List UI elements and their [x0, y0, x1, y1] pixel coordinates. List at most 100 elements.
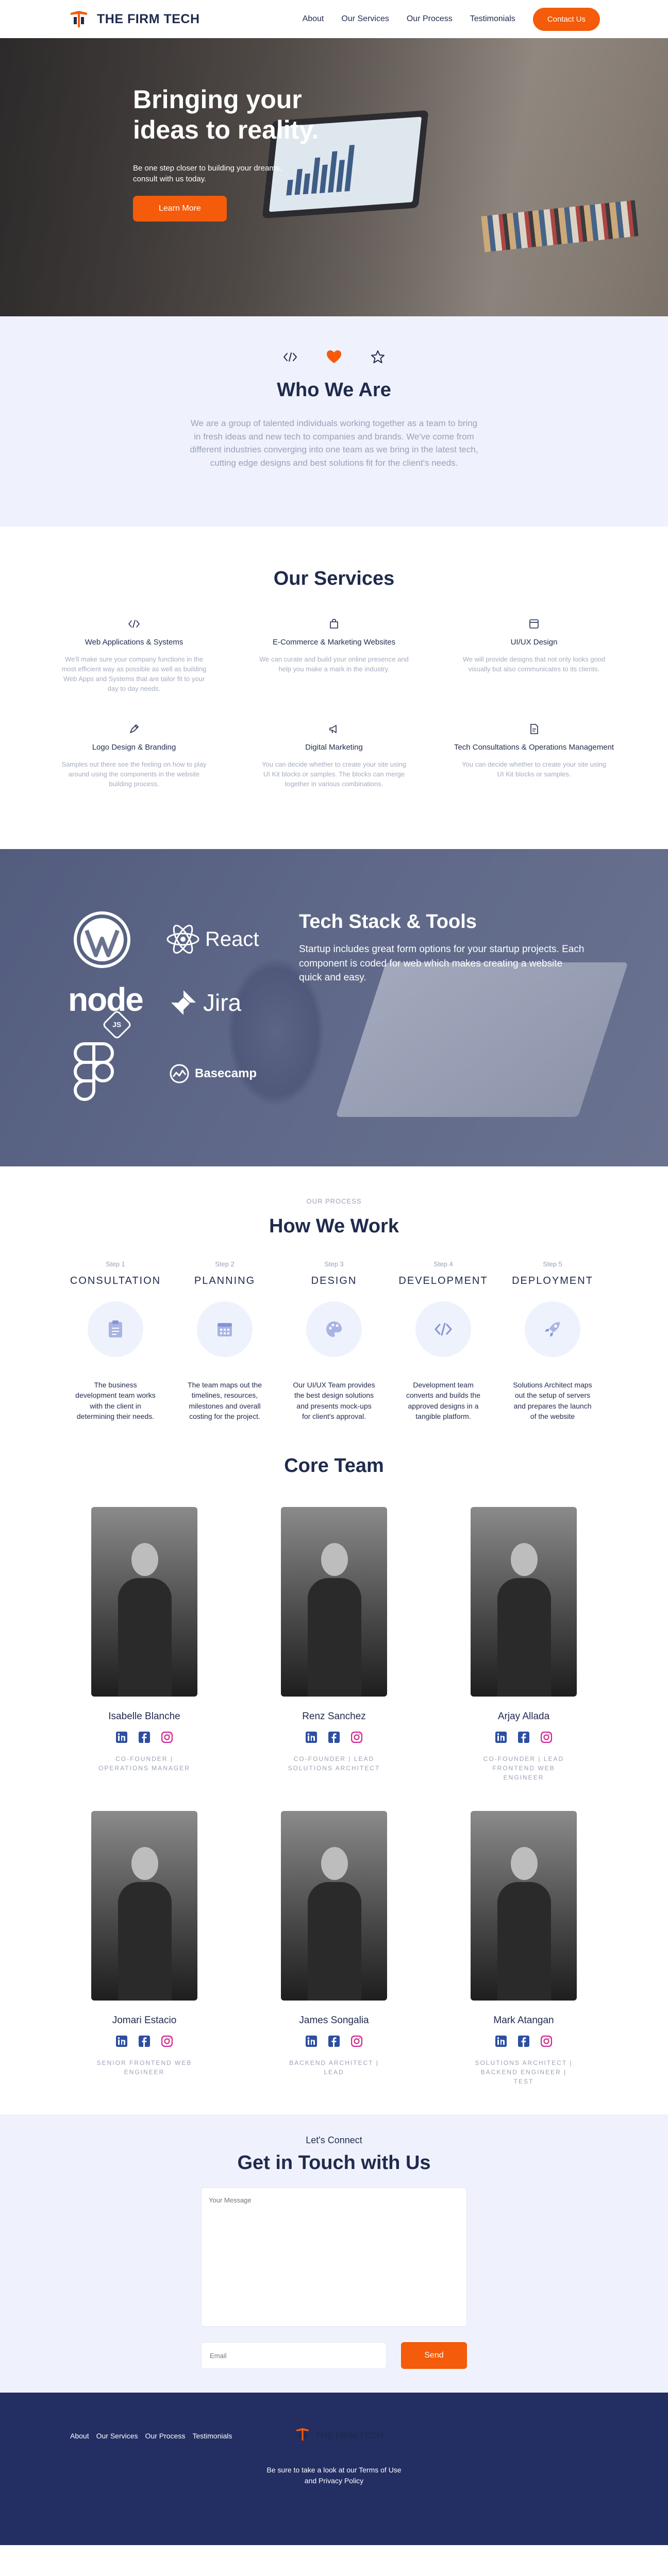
send-button[interactable]: Send: [401, 2342, 467, 2369]
step-name: DEVELOPMENT: [398, 1275, 488, 1286]
facebook-icon[interactable]: [517, 2035, 530, 2048]
facebook-icon[interactable]: [517, 1731, 530, 1744]
nav-link-process[interactable]: Our Process: [407, 14, 453, 24]
who-we-are-text: We are a group of talented individuals w…: [190, 418, 478, 468]
services-section: Our Services Web Applications & Systems …: [0, 527, 668, 849]
member-photo: [281, 1811, 387, 2001]
tech-background-laptop: [336, 962, 628, 1117]
member-photo: [91, 1811, 197, 2001]
team-member: Renz Sanchez CO-FOUNDER | LEAD SOLUTIONS…: [239, 1507, 429, 1782]
react-icon: [166, 924, 199, 954]
jira-label: Jira: [203, 989, 242, 1016]
service-text: We'll make sure your company functions i…: [61, 655, 207, 692]
member-role: BACKEND ARCHITECT | LEAD: [289, 2059, 379, 2076]
service-text: We can curate and build your online pres…: [259, 655, 409, 673]
instagram-icon[interactable]: [350, 1731, 363, 1744]
facebook-icon[interactable]: [327, 1731, 341, 1744]
contact-us-button[interactable]: Contact Us: [532, 7, 600, 31]
instagram-icon[interactable]: [540, 2035, 553, 2048]
member-name: James Songalia: [299, 2015, 369, 2026]
linkedin-icon[interactable]: [305, 1731, 318, 1744]
facebook-icon[interactable]: [327, 2035, 341, 2048]
learn-more-button[interactable]: Learn More: [133, 196, 227, 222]
facebook-icon[interactable]: [138, 1731, 151, 1744]
footer-logo[interactable]: THE FIRM TECH: [295, 2427, 383, 2445]
code-icon: [415, 1301, 471, 1357]
brand-logo[interactable]: THE FIRM TECH: [68, 8, 200, 30]
nav-links: About Our Services Our Process Testimoni…: [303, 7, 600, 31]
service-text: Samples out there see the feeling on how…: [61, 760, 207, 788]
instagram-icon[interactable]: [350, 2035, 363, 2048]
member-name: Arjay Allada: [497, 1711, 550, 1722]
team-grid: Isabelle Blanche CO-FOUNDER | OPERATIONS…: [0, 1507, 668, 2086]
hero-section: Bringing your ideas to reality. Be one s…: [0, 38, 668, 316]
document-icon: [447, 723, 621, 735]
service-card: Web Applications & Systems We'll make su…: [47, 618, 221, 694]
instagram-icon[interactable]: [160, 1731, 174, 1744]
member-name: Isabelle Blanche: [108, 1711, 180, 1722]
linkedin-icon[interactable]: [494, 2035, 508, 2048]
contact-row: Send: [201, 2342, 467, 2369]
step-name: CONSULTATION: [70, 1275, 161, 1286]
step-text: Solutions Architect maps out the setup o…: [513, 1381, 592, 1420]
hero-title: Bringing your ideas to reality.: [133, 85, 319, 144]
contact-eyebrow: Let's Connect: [306, 2135, 362, 2145]
jira-icon: [171, 990, 196, 1015]
code-icon: [283, 352, 297, 365]
facebook-icon[interactable]: [138, 2035, 151, 2048]
footer-link-process[interactable]: Our Process: [145, 2432, 186, 2440]
member-socials: [115, 1731, 174, 1744]
email-input[interactable]: [201, 2342, 387, 2369]
service-title: UI/UX Design: [510, 638, 558, 647]
member-role: CO-FOUNDER | OPERATIONS MANAGER: [98, 1755, 190, 1772]
nav-link-testimonials[interactable]: Testimonials: [470, 14, 515, 24]
wordpress-logo-icon: [73, 911, 131, 969]
services-title: Our Services: [273, 568, 395, 589]
step-number: Step 4: [433, 1260, 453, 1268]
linkedin-icon[interactable]: [115, 1731, 128, 1744]
member-role: SOLUTIONS ARCHITECT | BACKEND ENGINEER |…: [475, 2059, 573, 2085]
member-socials: [305, 1731, 363, 1744]
nav-link-about[interactable]: About: [303, 14, 324, 24]
linkedin-icon[interactable]: [305, 2035, 318, 2048]
instagram-icon[interactable]: [160, 2035, 174, 2048]
who-we-are-section: Who We Are We are a group of talented in…: [0, 316, 668, 527]
member-photo: [471, 1507, 577, 1697]
figma-logo-icon: [73, 1041, 114, 1103]
tech-content: Tech Stack & Tools Startup includes grea…: [299, 911, 588, 985]
basecamp-label: Basecamp: [195, 1066, 257, 1080]
service-card: Tech Consultations & Operations Manageme…: [447, 723, 621, 789]
message-textarea[interactable]: [201, 2188, 467, 2327]
linkedin-icon[interactable]: [115, 2035, 128, 2048]
service-text: You can decide whether to create your si…: [462, 760, 606, 778]
hero-subtitle: Be one step closer to building your drea…: [133, 164, 282, 183]
service-card: UI/UX Design We will provide designs tha…: [447, 618, 621, 694]
service-text: We will provide designs that not only lo…: [462, 655, 606, 673]
nav-link-services[interactable]: Our Services: [341, 14, 389, 24]
step-text: Our UI/UX Team provides the best design …: [293, 1381, 375, 1420]
member-socials: [494, 2035, 553, 2048]
footer-link-services[interactable]: Our Services: [96, 2432, 138, 2440]
team-section: Core Team Isabelle Blanche CO-FOUNDER | …: [0, 1434, 668, 2114]
step-name: DESIGN: [311, 1275, 357, 1286]
member-name: Jomari Estacio: [112, 2015, 177, 2026]
clipboard-icon: [88, 1301, 143, 1357]
footer-link-about[interactable]: About: [70, 2432, 89, 2440]
instagram-icon[interactable]: [540, 1731, 553, 1744]
react-logo: React: [166, 923, 259, 955]
footer-link-testimonials[interactable]: Testimonials: [192, 2432, 232, 2440]
jira-logo: Jira: [169, 988, 241, 1017]
star-icon: [371, 350, 385, 367]
tech-logos: React node JS Jira Basecamp: [68, 911, 274, 1117]
member-role: CO-FOUNDER | LEAD SOLUTIONS ARCHITECT: [288, 1755, 380, 1772]
services-grid: Web Applications & Systems We'll make su…: [0, 618, 668, 789]
process-steps: Step 1 CONSULTATION The business develop…: [0, 1260, 668, 1421]
team-member: James Songalia BACKEND ARCHITECT | LEAD: [239, 1811, 429, 2086]
step-text: Development team converts and builds the…: [406, 1381, 480, 1420]
member-photo: [471, 1811, 577, 2001]
process-step: Step 2 PLANNING The team maps out the ti…: [170, 1260, 279, 1421]
process-step: Step 1 CONSULTATION The business develop…: [61, 1260, 170, 1421]
terms-privacy-text[interactable]: Be sure to take a look at our Terms of U…: [264, 2465, 404, 2486]
linkedin-icon[interactable]: [494, 1731, 508, 1744]
hero-background-books: [481, 200, 639, 252]
